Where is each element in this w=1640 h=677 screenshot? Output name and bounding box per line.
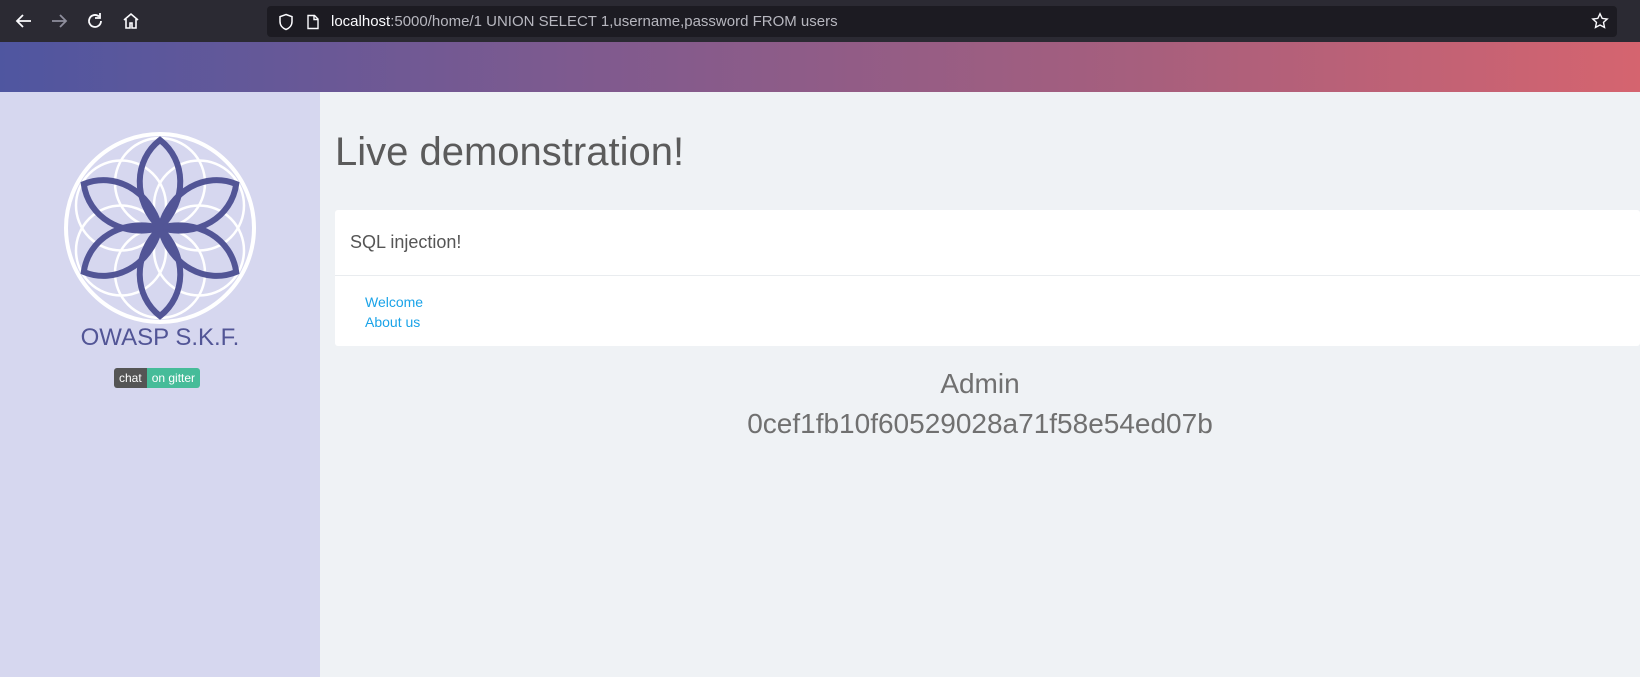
sidebar: OWASP S.K.F. chat on gitter [0, 92, 320, 677]
home-button[interactable] [113, 3, 149, 39]
bookmark-star-icon[interactable] [1591, 12, 1609, 30]
result-password-hash: 0cef1fb10f60529028a71f58e54ed07b [747, 408, 1213, 439]
arrow-left-icon [15, 14, 31, 28]
link-about-us[interactable]: About us [365, 312, 1640, 332]
url-text[interactable]: localhost:5000/home/1 UNION SELECT 1,use… [331, 13, 838, 30]
reload-button[interactable] [77, 3, 113, 39]
arrow-right-icon [52, 14, 68, 28]
forward-button[interactable] [41, 3, 77, 39]
page-title: Live demonstration! [335, 130, 685, 174]
page-icon [307, 14, 319, 29]
card-body: Welcome About us [335, 276, 1640, 332]
content-card: SQL injection! Welcome About us [335, 210, 1640, 346]
brand-name: OWASP S.K.F. [80, 324, 240, 351]
reload-icon [88, 13, 102, 28]
back-button[interactable] [6, 3, 42, 39]
badge-label: chat [114, 368, 147, 388]
badge-value: on gitter [146, 368, 201, 388]
home-icon [123, 12, 139, 29]
url-path: :5000/home/1 UNION SELECT 1,username,pas… [390, 13, 838, 30]
gitter-chat-badge[interactable]: chat on gitter [114, 368, 201, 388]
url-host: localhost [331, 13, 391, 30]
card-title: SQL injection! [335, 210, 1640, 276]
result-username: Admin [940, 368, 1020, 399]
link-welcome[interactable]: Welcome [365, 292, 1640, 312]
page-header-gradient [0, 42, 1640, 92]
address-bar[interactable]: localhost:5000/home/1 UNION SELECT 1,use… [267, 6, 1617, 37]
browser-toolbar: localhost:5000/home/1 UNION SELECT 1,use… [0, 0, 1640, 42]
owasp-skf-logo [64, 132, 256, 324]
shield-icon[interactable] [277, 13, 295, 31]
